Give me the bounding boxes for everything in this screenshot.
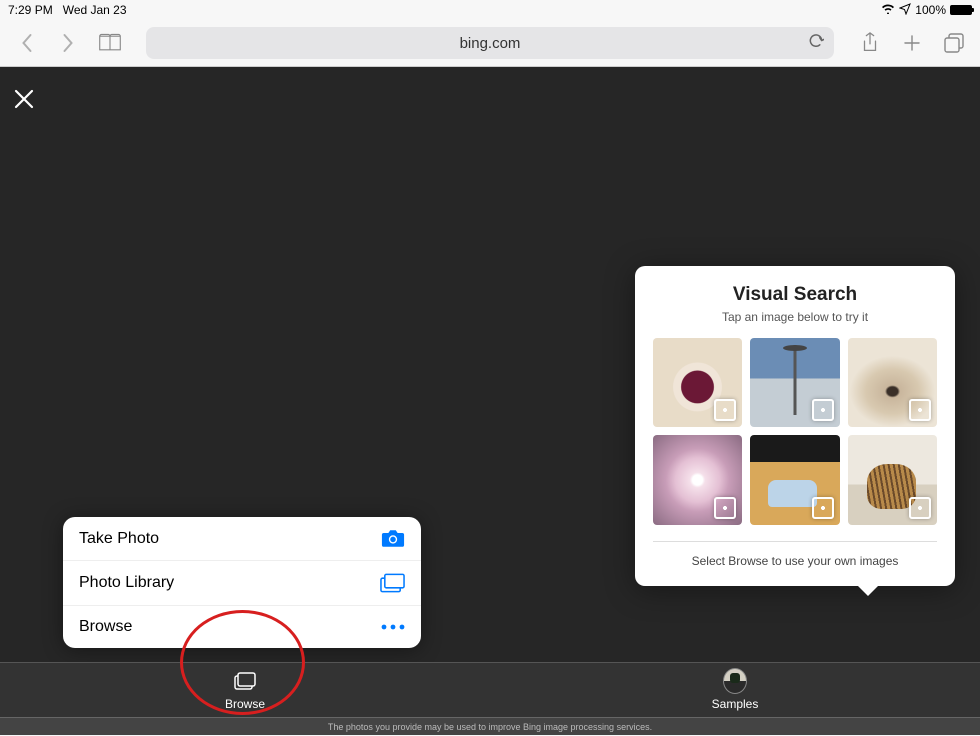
sample-image[interactable] [750,435,839,524]
visual-search-popover: Visual Search Tap an image below to try … [635,266,955,586]
battery-percent: 100% [915,3,946,17]
location-icon [899,3,911,18]
bottom-tab-bar: Browse Samples [0,662,980,717]
visual-search-subtitle: Tap an image below to try it [653,310,937,324]
action-label: Photo Library [79,574,174,592]
stacked-rects-icon [380,573,405,593]
status-time: 7:29 PM [8,3,53,17]
battery-icon [950,5,972,15]
back-button[interactable] [12,29,40,57]
new-tab-button[interactable] [898,29,926,57]
wifi-icon [881,3,895,17]
sample-image[interactable] [653,338,742,427]
camera-icon [381,529,405,548]
disclaimer-text: The photos you provide may be used to im… [0,717,980,735]
samples-tab-icon [723,669,747,693]
url-text: bing.com [460,35,521,52]
url-bar[interactable]: bing.com [146,27,834,59]
content-area: Visual Search Tap an image below to try … [0,67,980,735]
sample-image[interactable] [653,435,742,524]
close-button[interactable] [6,81,41,116]
tabs-button[interactable] [940,29,968,57]
forward-button[interactable] [54,29,82,57]
status-date: Wed Jan 23 [63,3,127,17]
samples-tab[interactable]: Samples [490,663,980,717]
browse-tab-icon [233,669,257,693]
photo-library-item[interactable]: Photo Library [63,561,421,606]
browse-tab[interactable]: Browse [0,663,490,717]
ellipsis-icon [381,623,405,631]
tab-label: Browse [225,697,265,711]
take-photo-item[interactable]: Take Photo [63,517,421,561]
bookmarks-button[interactable] [96,29,124,57]
tab-label: Samples [712,697,759,711]
visual-search-footer: Select Browse to use your own images [653,554,937,568]
status-bar: 7:29 PM Wed Jan 23 100% [0,0,980,20]
share-button[interactable] [856,29,884,57]
browse-item[interactable]: Browse [63,606,421,648]
browser-toolbar: bing.com [0,20,980,67]
divider [653,541,937,542]
visual-search-title: Visual Search [653,284,937,306]
sample-image[interactable] [848,338,937,427]
action-label: Take Photo [79,530,159,548]
reload-button[interactable] [808,33,824,54]
action-label: Browse [79,618,132,636]
sample-image[interactable] [750,338,839,427]
sample-image[interactable] [848,435,937,524]
file-picker-menu: Take Photo Photo Library Browse [63,517,421,648]
